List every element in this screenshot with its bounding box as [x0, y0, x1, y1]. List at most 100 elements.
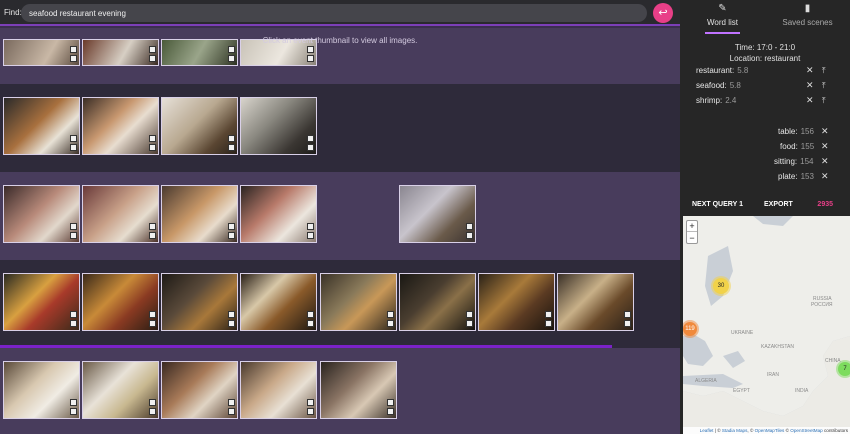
- expand-icon[interactable]: [149, 399, 156, 406]
- pin-top-icon[interactable]: ⤒: [822, 66, 826, 76]
- expand-icon[interactable]: [307, 399, 314, 406]
- expand-icon[interactable]: [466, 311, 473, 318]
- similar-icon[interactable]: [307, 320, 314, 327]
- similar-icon[interactable]: [228, 55, 235, 62]
- similar-icon[interactable]: [307, 232, 314, 239]
- zoom-in-button[interactable]: +: [687, 221, 697, 232]
- similar-icon[interactable]: [70, 232, 77, 239]
- export-button[interactable]: EXPORT: [764, 201, 793, 208]
- expand-icon[interactable]: [149, 46, 156, 53]
- pin-top-icon[interactable]: ⤒: [822, 96, 826, 106]
- event-thumbnail[interactable]: [240, 185, 317, 243]
- attribution-link[interactable]: OpenMapTiles: [755, 428, 785, 433]
- remove-icon[interactable]: ✕: [821, 171, 829, 182]
- submit-search-button[interactable]: ↩: [653, 3, 673, 23]
- expand-icon[interactable]: [228, 135, 235, 142]
- event-thumbnail[interactable]: [240, 273, 317, 331]
- attribution-link[interactable]: Stadia Maps: [722, 428, 748, 433]
- similar-icon[interactable]: [624, 320, 631, 327]
- event-thumbnail[interactable]: [82, 97, 159, 155]
- event-thumbnail[interactable]: [320, 361, 397, 419]
- remove-icon[interactable]: ✕: [821, 126, 829, 137]
- expand-icon[interactable]: [228, 223, 235, 230]
- tab-saved-scenes[interactable]: ▮ Saved scenes: [765, 0, 850, 34]
- similar-icon[interactable]: [149, 55, 156, 62]
- map-cluster-marker[interactable]: 119: [683, 322, 697, 336]
- similar-icon[interactable]: [228, 232, 235, 239]
- similar-icon[interactable]: [545, 320, 552, 327]
- expand-icon[interactable]: [307, 223, 314, 230]
- next-query-button[interactable]: NEXT QUERY 1: [692, 201, 743, 208]
- expand-icon[interactable]: [307, 311, 314, 318]
- map-cluster-marker[interactable]: 7: [838, 362, 850, 376]
- similar-icon[interactable]: [307, 408, 314, 415]
- remove-icon[interactable]: ✕: [821, 141, 829, 152]
- expand-icon[interactable]: [307, 46, 314, 53]
- remove-icon[interactable]: ✕: [821, 156, 829, 167]
- event-thumbnail[interactable]: [399, 273, 476, 331]
- expand-icon[interactable]: [228, 399, 235, 406]
- search-input[interactable]: [21, 4, 647, 22]
- event-thumbnail[interactable]: [82, 361, 159, 419]
- expand-icon[interactable]: [387, 311, 394, 318]
- event-thumbnail[interactable]: [161, 273, 238, 331]
- attribution-link[interactable]: OpenStreetMap: [790, 428, 822, 433]
- similar-icon[interactable]: [149, 144, 156, 151]
- similar-icon[interactable]: [466, 232, 473, 239]
- event-thumbnail[interactable]: [240, 361, 317, 419]
- expand-icon[interactable]: [228, 46, 235, 53]
- event-thumbnail[interactable]: [3, 361, 80, 419]
- similar-icon[interactable]: [149, 320, 156, 327]
- tab-word-list[interactable]: ✎ Word list: [680, 0, 765, 34]
- similar-icon[interactable]: [307, 55, 314, 62]
- expand-icon[interactable]: [387, 399, 394, 406]
- attribution-link[interactable]: Leaflet: [700, 428, 714, 433]
- expand-icon[interactable]: [228, 311, 235, 318]
- expand-icon[interactable]: [149, 223, 156, 230]
- event-thumbnail[interactable]: [161, 361, 238, 419]
- remove-icon[interactable]: ✕: [806, 65, 814, 76]
- pin-top-icon[interactable]: ⤒: [822, 81, 826, 91]
- remove-icon[interactable]: ✕: [806, 95, 814, 106]
- expand-icon[interactable]: [70, 223, 77, 230]
- event-gallery[interactable]: Click an event thumbnail to view all ima…: [0, 28, 680, 434]
- event-thumbnail[interactable]: [399, 185, 476, 243]
- event-thumbnail[interactable]: [82, 185, 159, 243]
- event-thumbnail[interactable]: [478, 273, 555, 331]
- zoom-out-button[interactable]: −: [687, 233, 697, 244]
- event-thumbnail[interactable]: [161, 97, 238, 155]
- expand-icon[interactable]: [70, 135, 77, 142]
- event-thumbnail[interactable]: [3, 185, 80, 243]
- similar-icon[interactable]: [387, 320, 394, 327]
- similar-icon[interactable]: [228, 320, 235, 327]
- event-thumbnail[interactable]: [320, 273, 397, 331]
- expand-icon[interactable]: [70, 311, 77, 318]
- event-thumbnail[interactable]: [240, 97, 317, 155]
- similar-icon[interactable]: [307, 144, 314, 151]
- similar-icon[interactable]: [466, 320, 473, 327]
- expand-icon[interactable]: [466, 223, 473, 230]
- event-thumbnail[interactable]: [82, 273, 159, 331]
- event-thumbnail[interactable]: [161, 185, 238, 243]
- similar-icon[interactable]: [70, 144, 77, 151]
- similar-icon[interactable]: [228, 408, 235, 415]
- similar-icon[interactable]: [70, 408, 77, 415]
- expand-icon[interactable]: [149, 135, 156, 142]
- similar-icon[interactable]: [149, 232, 156, 239]
- expand-icon[interactable]: [307, 135, 314, 142]
- similar-icon[interactable]: [149, 408, 156, 415]
- expand-icon[interactable]: [545, 311, 552, 318]
- event-thumbnail[interactable]: [3, 273, 80, 331]
- event-thumbnail[interactable]: [3, 97, 80, 155]
- map-view[interactable]: + − RUSSIA РОССИЯ UKRAINE KAZAKHSTAN ALG…: [683, 216, 850, 434]
- similar-icon[interactable]: [228, 144, 235, 151]
- event-thumbnail[interactable]: [557, 273, 634, 331]
- expand-icon[interactable]: [70, 46, 77, 53]
- expand-icon[interactable]: [70, 399, 77, 406]
- similar-icon[interactable]: [70, 320, 77, 327]
- expand-icon[interactable]: [624, 311, 631, 318]
- similar-icon[interactable]: [387, 408, 394, 415]
- expand-icon[interactable]: [149, 311, 156, 318]
- remove-icon[interactable]: ✕: [806, 80, 814, 91]
- map-cluster-marker[interactable]: 30: [713, 278, 729, 294]
